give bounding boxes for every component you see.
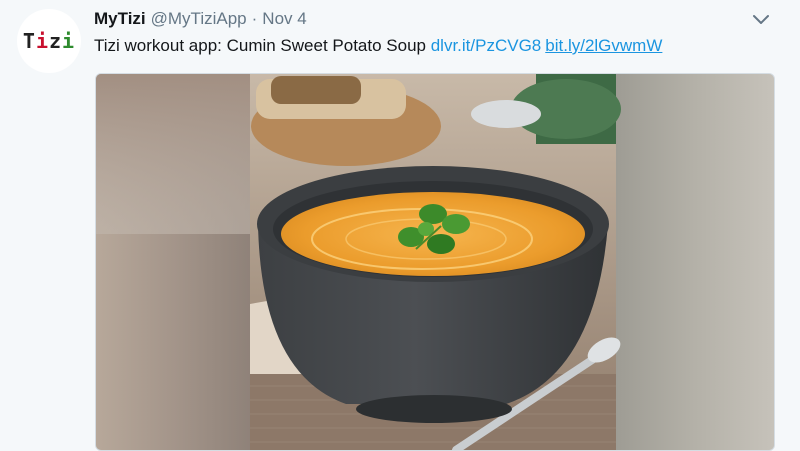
avatar-letter-i2: i [62,29,76,53]
separator-dot: · [251,9,258,28]
tweet-header: MyTizi @MyTiziApp · Nov 4 [94,9,307,29]
avatar-letter-z: z [49,29,63,53]
more-options-button[interactable] [748,8,774,32]
tweet-timestamp[interactable]: Nov 4 [262,9,306,29]
author-handle[interactable]: @MyTiziApp [151,9,247,29]
avatar-letter-t: T [22,29,36,53]
avatar-logo: Tizi [23,29,75,53]
tweet-body: Tizi workout app: Cumin Sweet Potato Sou… [94,36,426,55]
avatar-letter-i: i [35,29,49,53]
tweet-link-dlvr[interactable]: dlvr.it/PzCVG8 [431,36,542,55]
avatar[interactable]: Tizi [17,9,81,73]
tweet-card[interactable]: Tizi MyTizi @MyTiziApp · Nov 4 Tizi work… [0,0,800,451]
tweet-media-image[interactable] [95,73,775,451]
soup-photo [96,74,774,450]
author-name[interactable]: MyTizi [94,9,146,29]
chevron-down-icon [753,15,769,24]
tweet-text: Tizi workout app: Cumin Sweet Potato Sou… [94,36,784,56]
tweet-link-bitly[interactable]: bit.ly/2lGvwmW [545,36,662,55]
